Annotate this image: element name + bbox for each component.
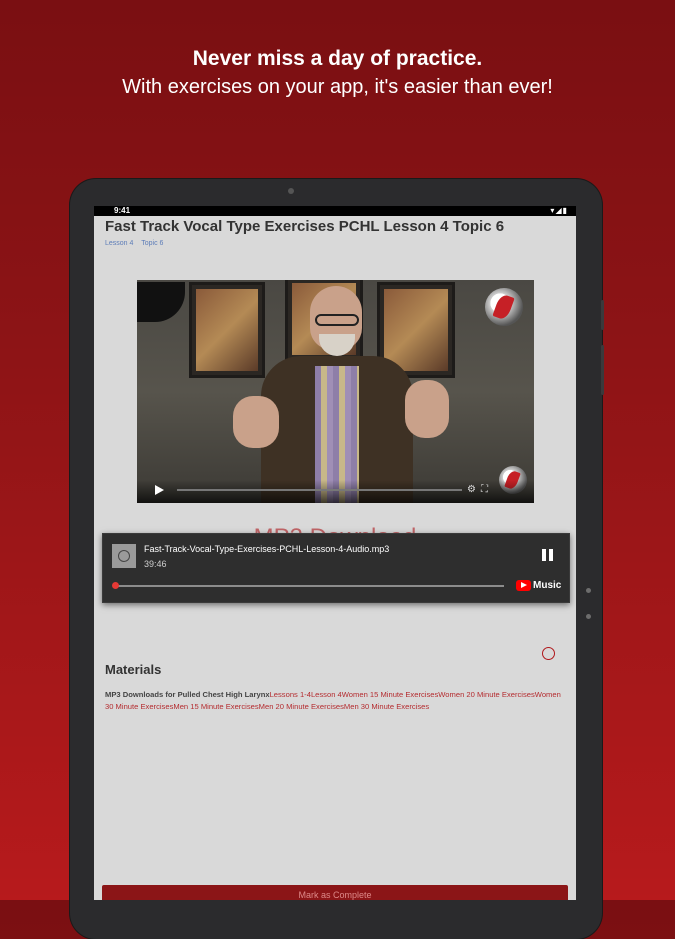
audio-player[interactable]: Fast-Track-Vocal-Type-Exercises-PCHL-Les… bbox=[102, 533, 570, 603]
settings-icon[interactable]: ⚙ bbox=[467, 484, 476, 495]
track-thumbnail bbox=[112, 544, 136, 568]
promo-header: Never miss a day of practice. With exerc… bbox=[0, 44, 675, 100]
status-time: 9:41 bbox=[114, 206, 131, 215]
play-icon[interactable] bbox=[155, 485, 164, 495]
sensor-dot bbox=[586, 614, 591, 619]
person-hand bbox=[233, 396, 279, 448]
materials-links: MP3 Downloads for Pulled Chest High Lary… bbox=[105, 689, 567, 713]
fullscreen-icon[interactable]: ⛶ bbox=[481, 484, 488, 495]
materials-link[interactable]: Men 30 Minute Exercises bbox=[344, 702, 429, 711]
youtube-music-badge[interactable]: Music bbox=[516, 578, 561, 592]
pause-icon[interactable] bbox=[542, 549, 554, 561]
promo-headline: Never miss a day of practice. bbox=[192, 47, 483, 70]
materials-link[interactable]: Lessons 1-4 bbox=[270, 690, 311, 699]
glasses-shape bbox=[315, 314, 359, 326]
materials-link[interactable]: Lesson 4 bbox=[311, 690, 342, 699]
person-hand bbox=[405, 380, 449, 438]
battery-icon: ▮ bbox=[562, 206, 568, 215]
app-screen: 9:41 ▾◢▮ Fast Track Vocal Type Exercises… bbox=[94, 206, 576, 900]
audio-progress-knob[interactable] bbox=[112, 582, 119, 589]
page-title: Fast Track Vocal Type Exercises PCHL Les… bbox=[105, 218, 505, 235]
track-title: Fast-Track-Vocal-Type-Exercises-PCHL-Les… bbox=[144, 544, 390, 554]
youtube-music-label: Music bbox=[533, 579, 562, 591]
breadcrumb: Lesson 4 Topic 6 bbox=[105, 240, 169, 247]
mark-complete-button[interactable]: Mark as Complete bbox=[102, 885, 568, 900]
promo-subline: With exercises on your app, it's easier … bbox=[122, 76, 553, 98]
volume-button bbox=[601, 345, 604, 395]
materials-link[interactable]: Women 15 Minute Exercises bbox=[342, 690, 439, 699]
sensor-dot bbox=[586, 588, 591, 593]
painting-frame bbox=[189, 282, 265, 378]
camera-icon bbox=[288, 188, 294, 194]
power-button bbox=[601, 300, 604, 330]
breadcrumb-topic[interactable]: Topic 6 bbox=[141, 240, 163, 247]
status-circle-icon bbox=[542, 647, 555, 660]
materials-link[interactable]: Men 20 Minute Exercises bbox=[259, 702, 344, 711]
status-bar: 9:41 ▾◢▮ bbox=[94, 206, 576, 216]
breadcrumb-lesson[interactable]: Lesson 4 bbox=[105, 240, 133, 247]
track-duration: 39:46 bbox=[144, 559, 167, 569]
materials-link[interactable]: Men 15 Minute Exercises bbox=[173, 702, 258, 711]
brand-logo-icon bbox=[485, 288, 523, 326]
materials-lead: MP3 Downloads for Pulled Chest High Lary… bbox=[105, 690, 270, 699]
youtube-music-icon bbox=[516, 579, 531, 591]
status-icons: ▾◢▮ bbox=[550, 206, 568, 216]
materials-link[interactable]: Women 20 Minute Exercises bbox=[438, 690, 535, 699]
video-progress-bar[interactable] bbox=[177, 489, 462, 491]
lamp-shape bbox=[137, 282, 185, 322]
signal-icon: ◢ bbox=[555, 206, 563, 215]
materials-heading: Materials bbox=[105, 662, 162, 677]
video-player[interactable]: ⚙ ⛶ bbox=[137, 280, 534, 503]
audio-progress-bar[interactable] bbox=[115, 585, 504, 587]
